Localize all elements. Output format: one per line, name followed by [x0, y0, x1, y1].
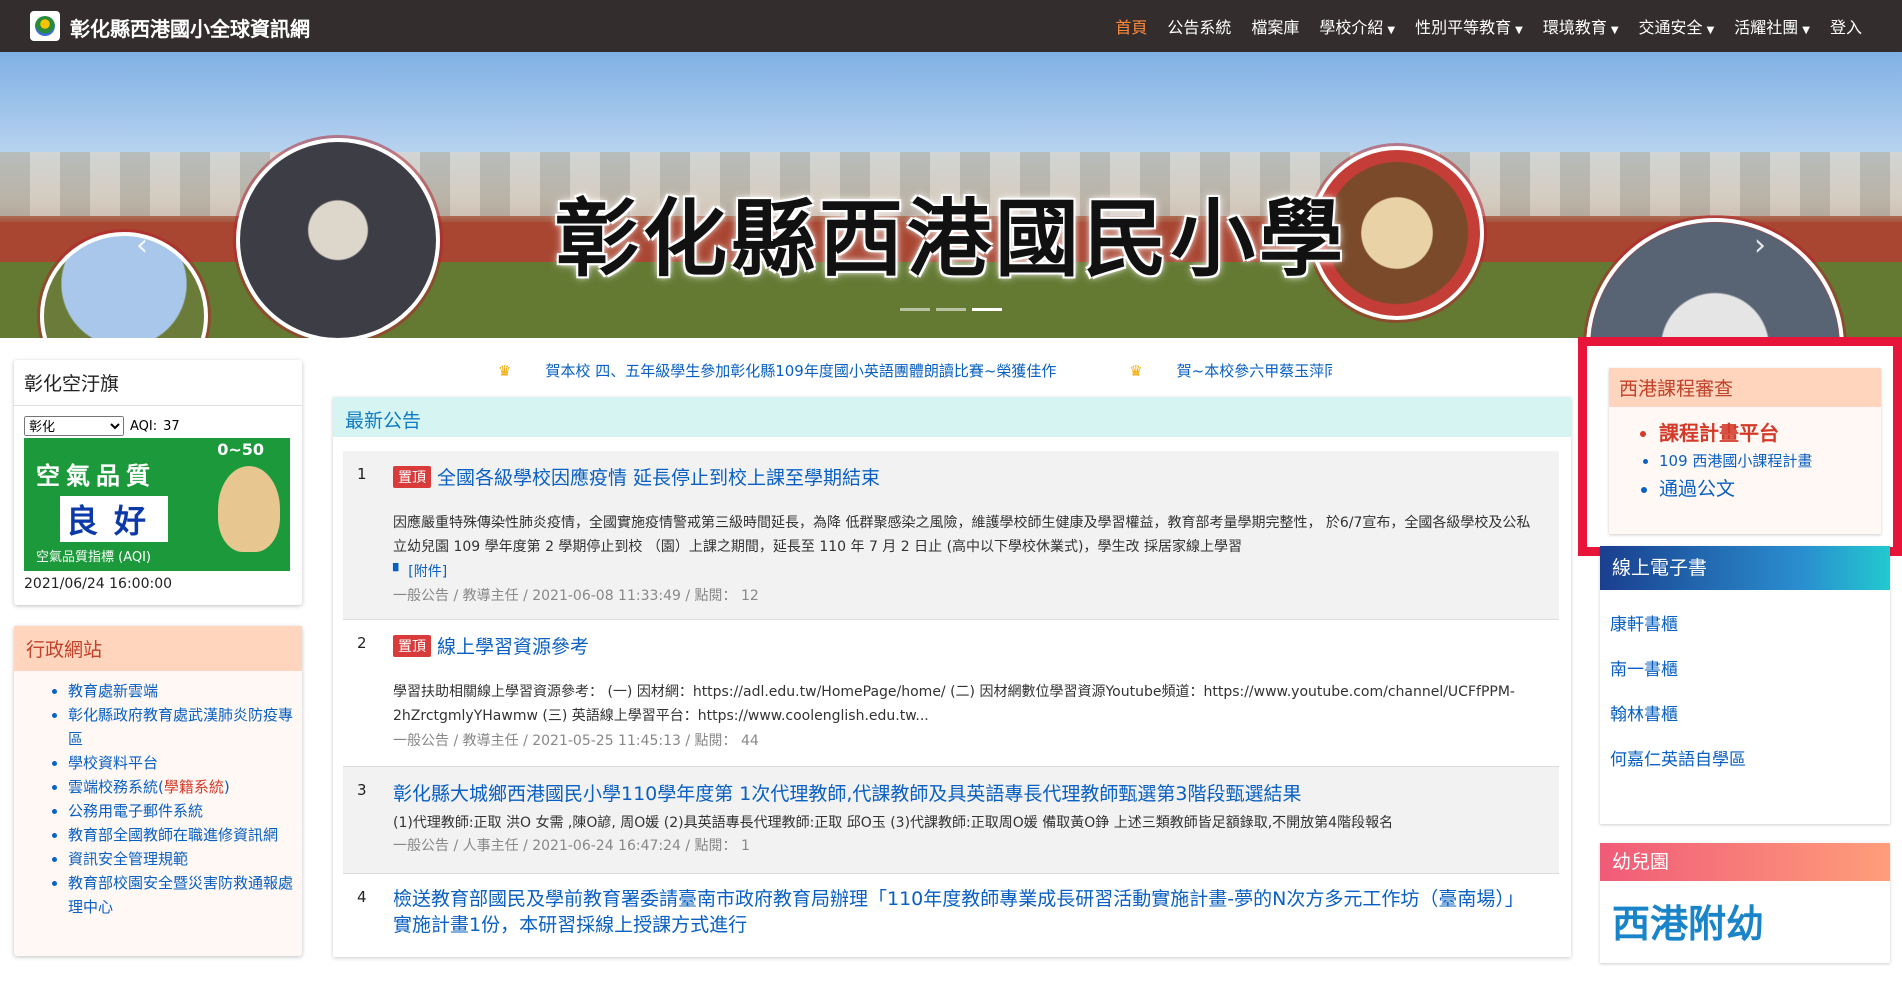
site-title[interactable]: 彰化縣西港國小全球資訊網 — [70, 13, 310, 42]
news-excerpt: 學習扶助相關線上學習資源參考： (一) 因材網：https://adl.edu.… — [393, 684, 1515, 724]
admin-link[interactable]: 雲端校務系統(學籍系統) — [68, 775, 302, 799]
news-row: 3 彰化縣大城鄉西港國民小學110學年度第 1次代理教師,代課教師及具英語專長代… — [343, 767, 1559, 874]
admin-link[interactable]: 教育處新雲端 — [68, 679, 302, 703]
hero-carousel: 彰化縣西港國民小學 ‹ › — [0, 52, 1902, 338]
admin-links-card: 行政網站 教育處新雲端 彰化縣政府教育處武漢肺炎防疫專區 學校資料平台 雲端校務… — [14, 626, 302, 956]
carousel-next-icon[interactable]: › — [1754, 228, 1766, 263]
nav-gender-equality[interactable]: 性別平等教育 ▼ — [1415, 14, 1523, 38]
carousel-dot-active[interactable] — [972, 308, 1002, 311]
nav-environment[interactable]: 環境教育 ▼ — [1543, 14, 1619, 38]
news-meta: 一般公告 / 教導主任 / 2021-06-08 11:33:49 / 點閱： … — [393, 588, 759, 604]
kindergarten-card: 幼兒園 西港附幼 — [1600, 843, 1890, 963]
nav-clubs[interactable]: 活耀社團 ▼ — [1734, 14, 1810, 38]
admin-link[interactable]: 彰化縣政府教育處武漢肺炎防疫專區 — [68, 703, 302, 751]
news-title-link[interactable]: 置頂 全國各級學校因應疫情 延長停止到校上課至學期結束 — [393, 463, 880, 490]
marquee-item[interactable]: ♛賀~本校參六甲蔡玉萍同學參加 — [1129, 362, 1332, 380]
news-row: 4 檢送教育部國民及學前教育署委請臺南市政府教育局辦理「110年度教師專業成長研… — [343, 874, 1559, 994]
nav-traffic-safety[interactable]: 交通安全 ▼ — [1639, 14, 1715, 38]
chevron-down-icon: ▼ — [1802, 25, 1810, 36]
latest-news-panel: 最新公告 1 置頂 全國各級學校因應疫情 延長停止到校上課至學期結束 因應嚴重特殊… — [333, 397, 1571, 957]
latest-news-title: 最新公告 — [333, 397, 1571, 437]
crown-icon: ♛ — [1129, 362, 1143, 380]
admin-link[interactable]: 資訊安全管理規範 — [68, 847, 302, 871]
top-navbar: 彰化縣西港國小全球資訊網 首頁 公告系統 檔案庫 學校介紹 ▼ 性別平等教育 ▼ 環… — [0, 0, 1902, 52]
chevron-down-icon: ▼ — [1706, 25, 1715, 36]
air-quality-card: 彰化空汙旗 彰化 AQI: 37 空氣品質 良好 空氣品質指標 (AQI) 0~… — [14, 360, 302, 605]
ebooks-card: 線上電子書 康軒書櫃 南一書櫃 翰林書櫃 何嘉仁英語自學區 — [1600, 546, 1890, 824]
curriculum-review-title: 西港課程審查 — [1609, 368, 1881, 407]
mascot-icon — [218, 466, 280, 552]
file-icon: ▘ — [393, 564, 404, 580]
carousel-dot[interactable] — [900, 308, 930, 311]
ebook-link[interactable]: 何嘉仁英語自學區 — [1610, 735, 1880, 780]
nav-login[interactable]: 登入 — [1830, 14, 1862, 38]
ebook-link[interactable]: 南一書櫃 — [1610, 645, 1880, 690]
crown-icon: ♛ — [498, 362, 512, 380]
curriculum-review-highlight: 西港課程審查 課程計畫平台 109 西港國小課程計畫 通過公文 — [1578, 337, 1902, 556]
kindergarten-title: 幼兒園 — [1600, 843, 1890, 881]
curriculum-review-card: 西港課程審查 課程計畫平台 109 西港國小課程計畫 通過公文 — [1609, 368, 1881, 534]
news-marquee: ♛ 賀本校 四、五年級學生參加彰化縣109年度國小英語團體朗讀比賽~榮獲佳作 ♛ 賀… — [498, 360, 1332, 388]
air-quality-flag-image: 空氣品質 良好 空氣品質指標 (AQI) 0~50 — [24, 438, 290, 571]
air-quality-title: 彰化空汙旗 — [14, 360, 302, 406]
news-row: 1 置頂 全國各級學校因應疫情 延長停止到校上課至學期結束 因應嚴重特殊傳染性肺炎… — [343, 451, 1559, 620]
pin-badge: 置頂 — [393, 466, 431, 488]
ebook-link[interactable]: 康軒書櫃 — [1610, 600, 1880, 645]
news-excerpt: 因應嚴重特殊傳染性肺炎疫情，全國實施疫情警戒第三級時間延長，為降 低群聚感染之風… — [393, 515, 1531, 555]
news-meta: 一般公告 / 教導主任 / 2021-05-25 11:45:13 / 點閱： … — [393, 733, 759, 749]
chevron-down-icon: ▼ — [1610, 25, 1619, 36]
nav-announcements[interactable]: 公告系統 — [1167, 14, 1231, 38]
news-title-link[interactable]: 檢送教育部國民及學前教育署委請臺南市政府教育局辦理「110年度教師專業成長研習活… — [393, 886, 1533, 938]
aqi-label: AQI: — [130, 418, 158, 434]
main-nav: 首頁 公告系統 檔案庫 學校介紹 ▼ 性別平等教育 ▼ 環境教育 ▼ 交通安全 ▼ 活耀… — [1115, 0, 1862, 52]
nav-school-intro[interactable]: 學校介紹 ▼ — [1319, 14, 1395, 38]
ebooks-title: 線上電子書 — [1600, 546, 1890, 590]
admin-link[interactable]: 教育部全國教師在職進修資訊網 — [68, 823, 302, 847]
approved-docs-link[interactable]: 通過公文 — [1659, 475, 1881, 503]
marquee-item[interactable]: ♛ 賀本校 四、五年級學生參加彰化縣109年度國小英語團體朗讀比賽~榮獲佳作 — [498, 362, 1090, 380]
ebook-link[interactable]: 翰林書櫃 — [1610, 690, 1880, 735]
admin-link[interactable]: 公務用電子郵件系統 — [68, 799, 302, 823]
news-meta: 一般公告 / 人事主任 / 2021-06-24 16:47:24 / 點閱： … — [393, 838, 750, 854]
news-title-link[interactable]: 彰化縣大城鄉西港國民小學110學年度第 1次代理教師,代課教師及具英語專長代理教… — [393, 779, 1302, 806]
kindergarten-banner[interactable]: 西港附幼 — [1612, 893, 1764, 948]
curriculum-plan-link[interactable]: 109 西港國小課程計畫 — [1659, 447, 1881, 475]
carousel-dot[interactable] — [936, 308, 966, 311]
admin-links-title: 行政網站 — [14, 626, 302, 671]
news-row: 2 置頂 線上學習資源參考 學習扶助相關線上學習資源參考： (一) 因材網：htt… — [343, 620, 1559, 767]
air-quality-timestamp: 2021/06/24 16:00:00 — [24, 576, 173, 592]
news-excerpt: (1)代理教師:正取 洪O 女需 ,陳O諺, 周O媛 (2)具英語專長代理教師:… — [393, 815, 1394, 831]
pin-badge: 置頂 — [393, 635, 431, 657]
nav-home[interactable]: 首頁 — [1115, 14, 1147, 38]
carousel-indicators — [900, 308, 1002, 311]
aqi-value: 37 — [163, 418, 180, 434]
banner-title: 彰化縣西港國民小學 — [554, 189, 1347, 288]
news-title-link[interactable]: 置頂 線上學習資源參考 — [393, 632, 589, 659]
school-logo-icon[interactable] — [30, 11, 60, 41]
nav-files[interactable]: 檔案庫 — [1251, 14, 1299, 38]
carousel-prev-icon[interactable]: ‹ — [136, 228, 148, 263]
chevron-down-icon: ▼ — [1387, 25, 1396, 36]
chevron-down-icon: ▼ — [1515, 25, 1523, 36]
attachment-link[interactable]: ▘ [附件] — [393, 561, 447, 581]
region-select[interactable]: 彰化 — [24, 416, 124, 436]
admin-link[interactable]: 學校資料平台 — [68, 751, 302, 775]
curriculum-platform-link[interactable]: 課程計畫平台 — [1659, 419, 1881, 447]
admin-link[interactable]: 教育部校園安全暨災害防救通報處理中心 — [68, 871, 302, 919]
